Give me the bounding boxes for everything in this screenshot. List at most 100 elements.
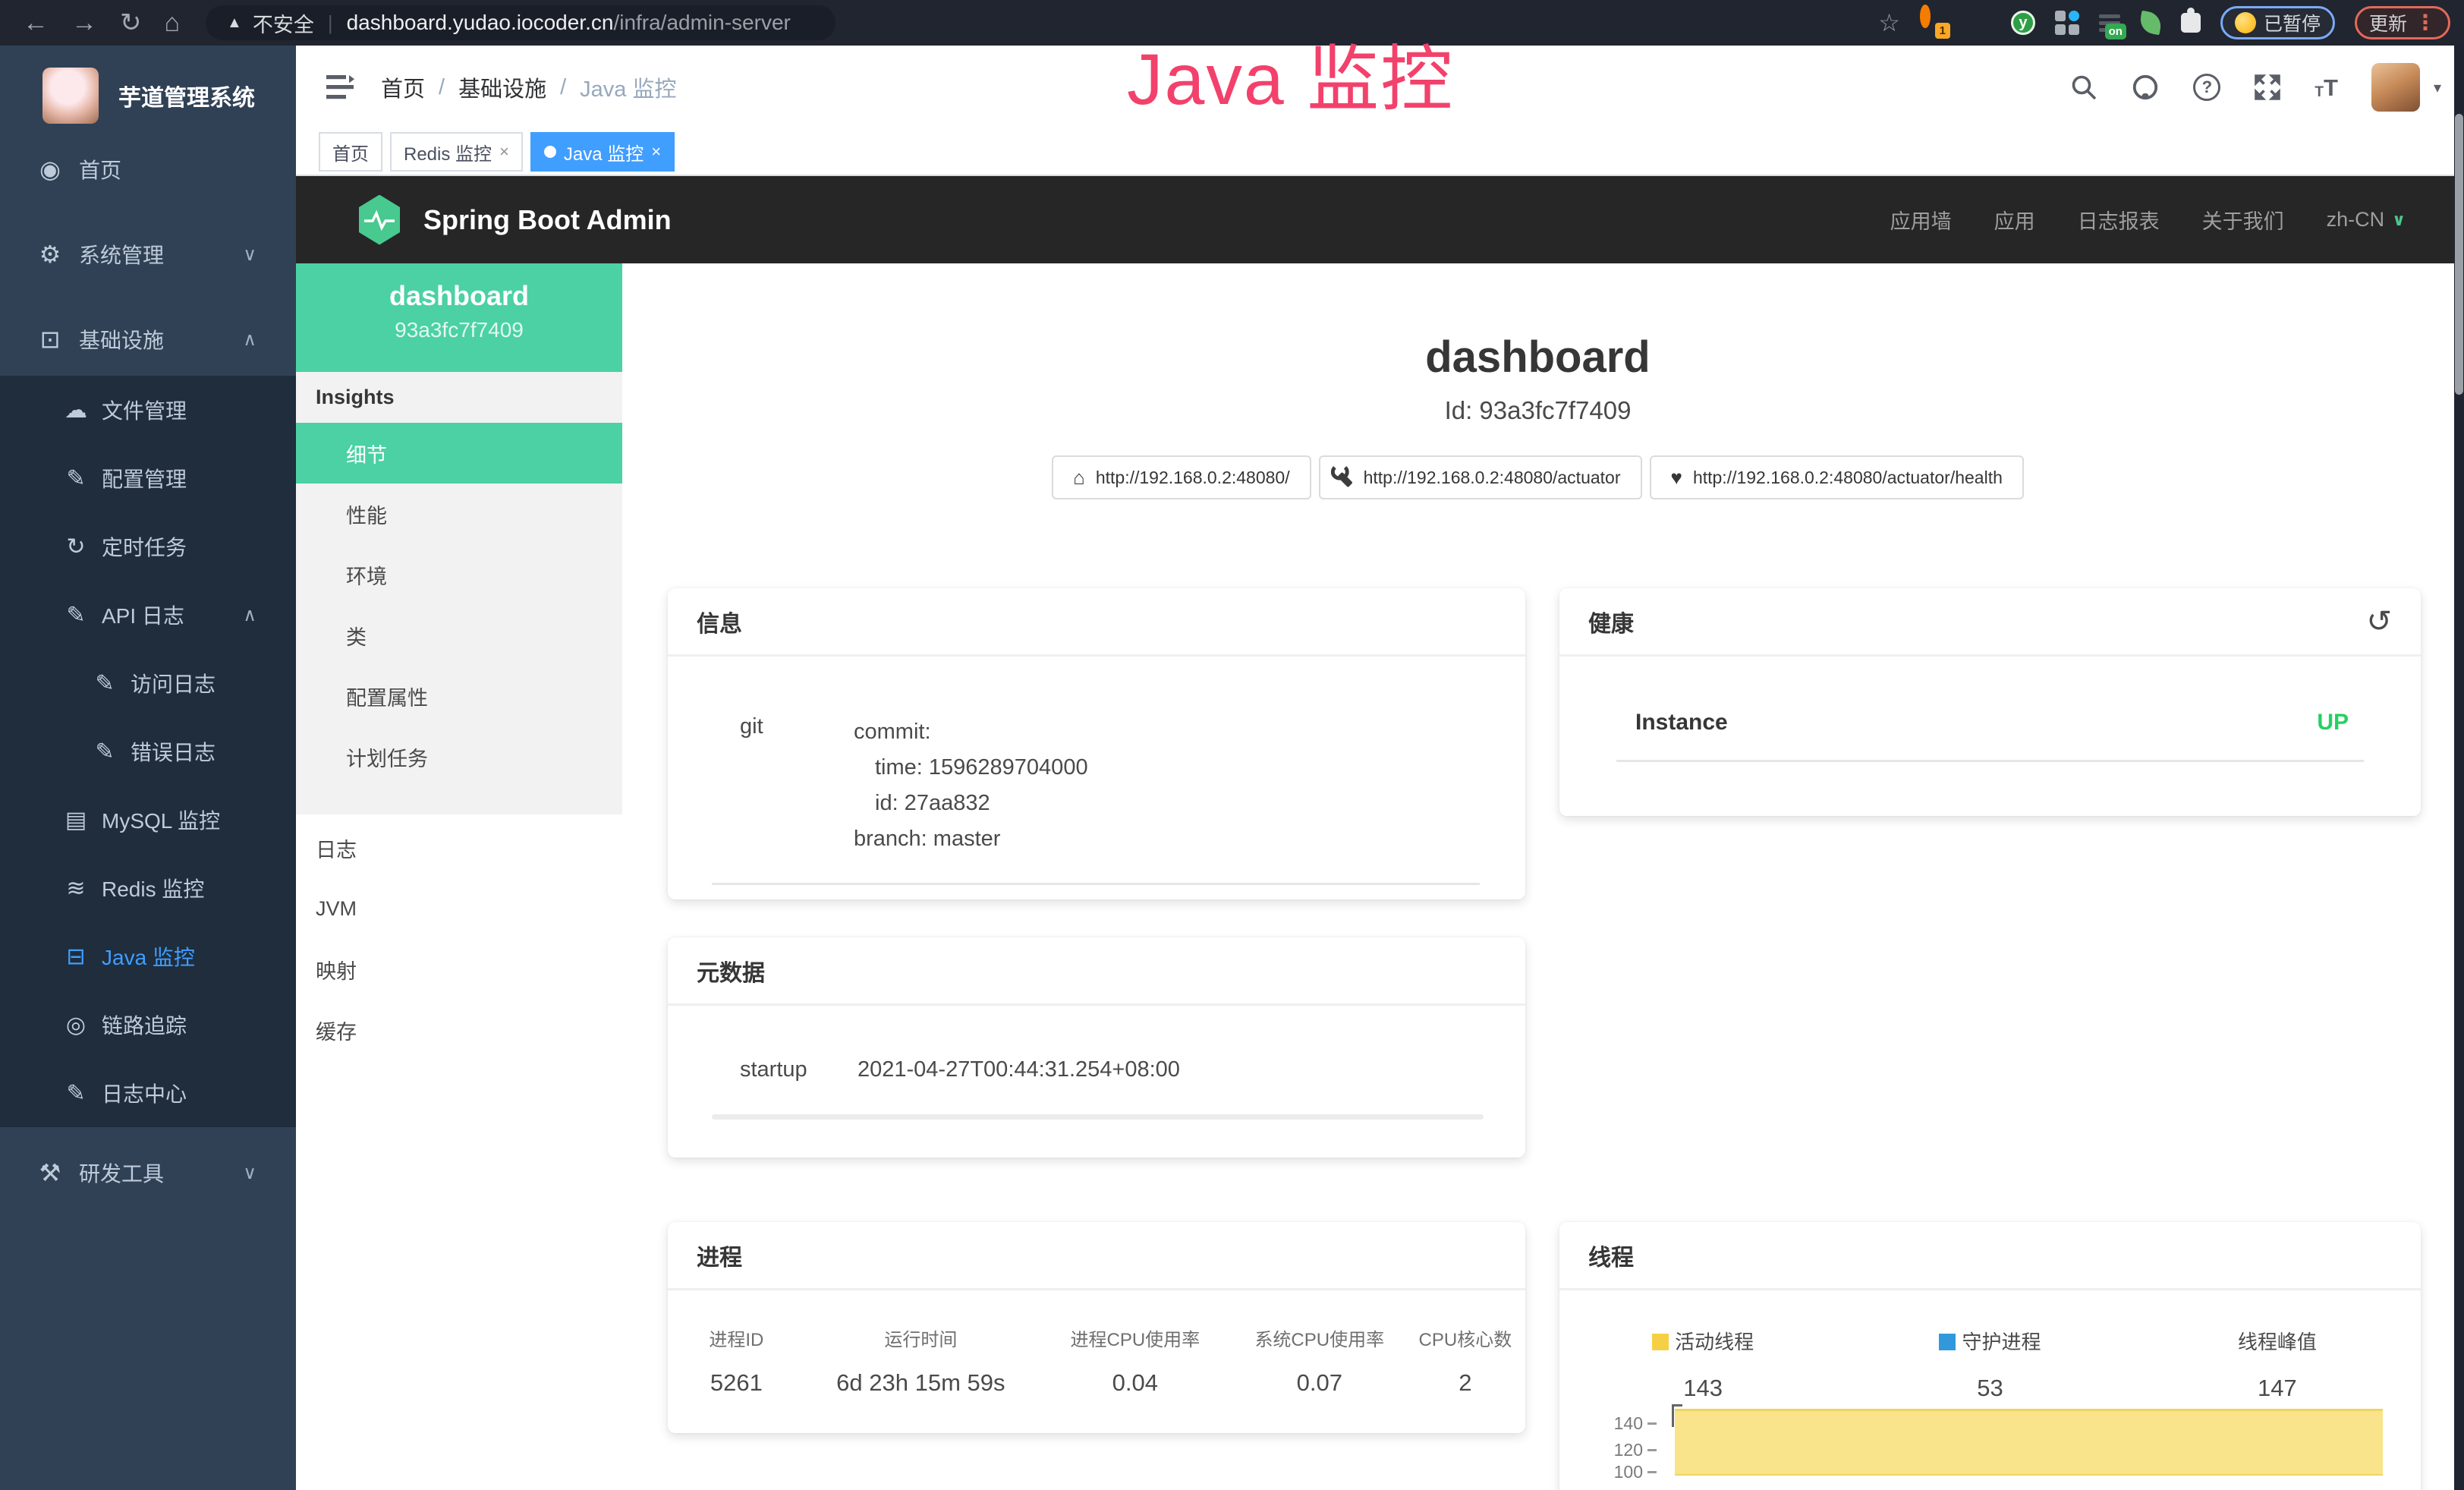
active-dot-icon: [544, 146, 556, 158]
browser-home-icon[interactable]: ⌂: [165, 10, 181, 36]
row-divider: [712, 1114, 1484, 1120]
sidebar-item-file-manage[interactable]: ☁ 文件管理: [0, 376, 296, 444]
chevron-down-icon: ∨: [243, 244, 256, 266]
browser-back-icon[interactable]: ←: [23, 10, 49, 36]
health-card: 健康 ↺ Instance UP: [1559, 588, 2421, 816]
extension-dark-mode-icon[interactable]: on: [2099, 14, 2120, 32]
sidebar-item-error-log[interactable]: ✎ 错误日志: [0, 717, 296, 786]
extension-leaf-icon[interactable]: [2138, 11, 2163, 35]
close-icon[interactable]: ×: [499, 142, 509, 162]
health-instance-label: Instance: [1635, 710, 1728, 736]
sidebar-item-api-log[interactable]: ✎ API 日志 ∧: [0, 581, 296, 649]
font-size-icon[interactable]: TT: [2315, 76, 2338, 99]
sba-brand-title[interactable]: Spring Boot Admin: [423, 204, 672, 236]
sidebar-item-java-monitor[interactable]: ⊟ Java 监控: [0, 922, 296, 991]
bookmark-star-icon[interactable]: ☆: [1878, 8, 1900, 37]
sba-item-jvm[interactable]: JVM: [296, 878, 622, 939]
yellow-legend-swatch: [1652, 1334, 1669, 1350]
tab-redis-monitor[interactable]: Redis 监控 ×: [390, 132, 523, 172]
sidebar-item-cron-jobs[interactable]: ↻ 定时任务: [0, 512, 296, 581]
sidebar-item-trace[interactable]: ◎ 链路追踪: [0, 991, 296, 1059]
sidebar-item-redis-monitor[interactable]: ≋ Redis 监控: [0, 854, 296, 922]
extension-grid-icon[interactable]: [2055, 11, 2079, 35]
eye-icon: ◎: [59, 1012, 93, 1038]
sidebar-item-system[interactable]: ⚙ 系统管理 ∨: [0, 218, 296, 291]
sidebar-item-infra[interactable]: ⊡ 基础设施 ∧: [0, 303, 296, 376]
github-icon[interactable]: [2131, 73, 2160, 102]
breadcrumb-home[interactable]: 首页: [381, 71, 425, 103]
instance-header[interactable]: dashboard 93a3fc7f7409: [296, 263, 622, 372]
extension-y-icon[interactable]: y: [2011, 11, 2035, 35]
fullscreen-icon[interactable]: [2254, 74, 2281, 101]
threads-values: 143 53 147: [1559, 1375, 2421, 1402]
health-history-icon[interactable]: ↺: [2366, 606, 2392, 637]
edit-icon: ✎: [59, 465, 93, 492]
search-icon[interactable]: [2070, 74, 2097, 101]
sidebar-item-config-manage[interactable]: ✎ 配置管理: [0, 444, 296, 512]
browser-forward-icon[interactable]: →: [71, 10, 97, 36]
toolbox-icon: ⚒: [32, 1158, 68, 1187]
page-scrollbar-track[interactable]: [2454, 46, 2464, 1490]
service-url-button[interactable]: ⌂ http://192.168.0.2:48080/: [1052, 455, 1311, 499]
app-logo-image: [42, 68, 99, 124]
history-icon: ↻: [59, 534, 93, 560]
daemon-threads-value: 53: [1846, 1375, 2133, 1402]
cloud-upload-icon: ☁: [59, 397, 93, 424]
page-scrollbar-thumb[interactable]: [2455, 114, 2463, 395]
close-icon[interactable]: ×: [651, 142, 661, 162]
sba-instance-sidebar: dashboard 93a3fc7f7409 Insights 细节 性能 环境…: [296, 263, 622, 1490]
breadcrumb-current: Java 监控: [580, 71, 676, 103]
sba-nav-wall[interactable]: 应用墙: [1890, 205, 1952, 235]
sba-item-metrics[interactable]: 性能: [296, 484, 622, 544]
extensions-puzzle-icon[interactable]: [2181, 13, 2201, 33]
instance-id: 93a3fc7f7409: [296, 318, 622, 342]
avatar-caret-icon[interactable]: ▾: [2434, 78, 2441, 97]
browser-address-bar[interactable]: ▲ 不安全 | dashboard.yudao.iocoder.cn/infra…: [206, 5, 835, 40]
sidebar-item-access-log[interactable]: ✎ 访问日志: [0, 649, 296, 717]
sba-item-environment[interactable]: 环境: [296, 544, 622, 605]
profile-paused-button[interactable]: 已暂停: [2220, 6, 2335, 39]
sba-nav-links: 应用墙 应用 日志报表 关于我们 zh-CN ∨: [1890, 205, 2406, 235]
user-avatar[interactable]: [2371, 63, 2420, 112]
y-axis-tick: 100: [1597, 1462, 1657, 1482]
hamburger-icon[interactable]: [325, 71, 355, 104]
app-title: 芋道管理系统: [118, 79, 255, 112]
health-url-button[interactable]: ♥ http://192.168.0.2:48080/actuator/heal…: [1650, 455, 2024, 499]
threads-legend: 活动线程 守护进程 线程峰值: [1559, 1327, 2421, 1355]
sba-item-details[interactable]: 细节: [296, 423, 622, 484]
extension-proxy-icon[interactable]: 1: [1920, 10, 1946, 36]
tab-home[interactable]: 首页: [319, 132, 382, 172]
browser-reload-icon[interactable]: ↻: [120, 10, 142, 36]
sba-item-logs[interactable]: 日志: [296, 817, 622, 878]
sidebar-item-dev-tools[interactable]: ⚒ 研发工具 ∨: [0, 1136, 296, 1209]
tab-java-monitor[interactable]: Java 监控 ×: [530, 132, 675, 172]
row-divider: [1616, 760, 2364, 762]
sba-item-scheduled-tasks[interactable]: 计划任务: [296, 726, 622, 787]
info-card-body: git commit: time: 1596289704000 id: 27aa…: [668, 657, 1525, 857]
sba-item-mappings[interactable]: 映射: [296, 939, 622, 1000]
sba-locale-select[interactable]: zh-CN ∨: [2327, 208, 2406, 232]
breadcrumb-section[interactable]: 基础设施: [458, 71, 546, 103]
sba-item-config-props[interactable]: 配置属性: [296, 666, 622, 726]
help-icon[interactable]: ?: [2193, 74, 2220, 101]
extension-drop-icon[interactable]: [1965, 10, 1991, 36]
health-row: Instance UP: [1635, 710, 2349, 736]
not-secure-label: 不安全: [253, 8, 314, 38]
sba-item-classes[interactable]: 类: [296, 605, 622, 666]
insights-section: Insights 细节 性能 环境 类 配置属性 计划任务: [296, 372, 622, 814]
status-badge: UP: [2317, 710, 2349, 736]
kebab-menu-icon: ⋮: [2415, 17, 2436, 30]
metadata-row: startup 2021-04-27T00:44:31.254+08:00: [668, 1057, 1525, 1082]
chevron-up-icon: ∧: [243, 329, 256, 351]
sba-item-caches[interactable]: 缓存: [296, 1000, 622, 1060]
sidebar-item-home[interactable]: ◉ 首页: [0, 133, 296, 206]
sba-nav-about[interactable]: 关于我们: [2202, 205, 2284, 235]
sba-nav-applications[interactable]: 应用: [1994, 205, 2035, 235]
sidebar-item-mysql-monitor[interactable]: ▤ MySQL 监控: [0, 786, 296, 854]
spring-boot-admin-logo[interactable]: [357, 195, 402, 245]
sidebar-item-log-center[interactable]: ✎ 日志中心: [0, 1059, 296, 1127]
sba-nav-journal[interactable]: 日志报表: [2078, 205, 2160, 235]
actuator-url-button[interactable]: http://192.168.0.2:48080/actuator: [1319, 455, 1642, 499]
chevron-down-icon: ∨: [2392, 210, 2406, 230]
browser-update-menu-button[interactable]: 更新 ⋮: [2355, 6, 2450, 39]
